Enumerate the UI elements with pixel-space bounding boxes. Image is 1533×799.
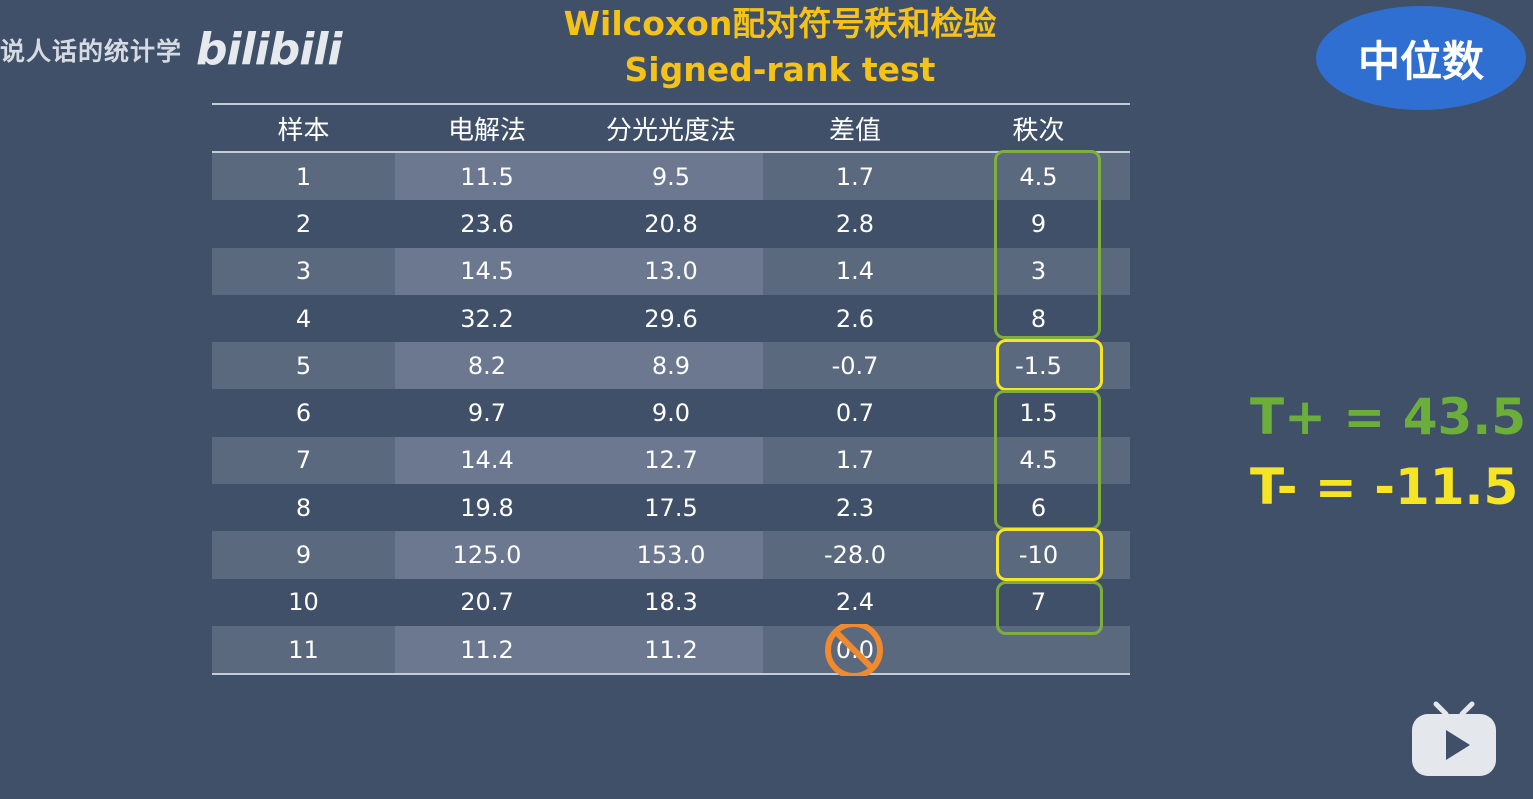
bilibili-logo: bilibili <box>196 24 342 75</box>
negative-rank-box-5 <box>996 339 1103 391</box>
median-badge: 中位数 <box>1316 6 1526 110</box>
cell-difference: 2.8 <box>835 209 875 238</box>
data-table: 样本 电解法 分光光度法 差值 秩次 1 11.5 9.5 1.7 4.5 2 23.6 20… <box>212 103 1130 676</box>
header-electrolysis: 电解法 <box>447 115 526 146</box>
cell-electrolysis: 125.0 <box>395 531 579 579</box>
cell-difference: 1.4 <box>835 257 875 286</box>
table-row: 5 8.2 8.9 -0.7 -1.5 <box>212 342 1130 390</box>
cell-difference: 1.7 <box>835 446 875 475</box>
cell-sample: 7 <box>295 446 312 475</box>
header-spectrophotometry: 分光光度法 <box>605 115 736 146</box>
cell-sample: 10 <box>288 588 319 617</box>
t-plus-total: T+ = 43.5 <box>1250 388 1527 446</box>
title-line-1: Wilcoxon配对符号秩和检验 <box>563 4 997 43</box>
cell-electrolysis: 11.2 <box>395 625 579 674</box>
cell-spectrophotometry: 13.0 <box>579 247 763 295</box>
bilibili-tv-icon[interactable] <box>1410 700 1498 778</box>
cell-electrolysis: 8.2 <box>395 342 579 390</box>
table-row: 9 125.0 153.0 -28.0 -10 <box>212 531 1130 579</box>
cell-difference: 2.3 <box>835 493 875 522</box>
cell-spectrophotometry: 12.7 <box>579 436 763 485</box>
cell-difference: 0.7 <box>835 399 875 428</box>
cell-spectrophotometry: 20.8 <box>644 209 698 238</box>
cell-sample: 6 <box>295 399 312 428</box>
table-row: 2 23.6 20.8 2.8 9 <box>212 200 1130 247</box>
table-row: 4 32.2 29.6 2.6 8 <box>212 295 1130 342</box>
negative-rank-box-9 <box>996 528 1103 581</box>
positive-rank-box-6-8 <box>994 390 1101 530</box>
header-rank: 秩次 <box>1012 115 1065 146</box>
cell-electrolysis: 32.2 <box>460 304 514 333</box>
cell-difference: -28.0 <box>823 541 887 570</box>
cell-sample: 2 <box>295 209 312 238</box>
cell-spectrophotometry: 11.2 <box>579 625 763 674</box>
no-sign-icon <box>825 624 883 676</box>
title-line-2: Signed-rank test <box>624 50 936 89</box>
slide-title: Wilcoxon配对符号秩和检验 Signed-rank test <box>545 2 1015 94</box>
cell-spectrophotometry: 18.3 <box>644 588 698 617</box>
header-sample: 样本 <box>277 115 330 146</box>
cell-sample: 4 <box>295 304 312 333</box>
cell-electrolysis: 14.4 <box>395 436 579 485</box>
table-row: 6 9.7 9.0 0.7 1.5 <box>212 389 1130 436</box>
cell-electrolysis: 20.7 <box>460 588 514 617</box>
cell-electrolysis: 9.7 <box>467 399 507 428</box>
cell-sample: 8 <box>295 493 312 522</box>
cell-sample: 1 <box>295 162 312 191</box>
cell-electrolysis: 14.5 <box>395 247 579 295</box>
table-row: 10 20.7 18.3 2.4 7 <box>212 579 1130 626</box>
table-row: 1 11.5 9.5 1.7 4.5 <box>212 153 1130 201</box>
cell-sample: 5 <box>295 351 312 380</box>
watermark-text: 说人话的统计学 <box>0 36 183 66</box>
watermark: 说人话的统计学 bilibili <box>0 24 343 75</box>
cell-electrolysis: 23.6 <box>460 209 514 238</box>
cell-difference: 2.4 <box>835 588 875 617</box>
positive-rank-box-1-4 <box>994 150 1101 339</box>
cell-sample: 11 <box>288 635 319 664</box>
cell-electrolysis: 19.8 <box>460 493 514 522</box>
table-header: 样本 电解法 分光光度法 差值 秩次 <box>212 103 1130 153</box>
header-difference: 差值 <box>828 115 881 146</box>
table-row: 8 19.8 17.5 2.3 6 <box>212 484 1130 531</box>
cell-spectrophotometry: 9.5 <box>579 153 763 201</box>
table-row: 7 14.4 12.7 1.7 4.5 <box>212 436 1130 485</box>
t-minus-total: T- = -11.5 <box>1250 458 1519 516</box>
cell-electrolysis: 11.5 <box>395 153 579 201</box>
cell-sample: 9 <box>295 541 312 570</box>
cell-difference: -0.7 <box>831 351 879 380</box>
cell-difference: 1.7 <box>835 162 875 191</box>
cell-spectrophotometry: 153.0 <box>579 531 763 579</box>
cell-sample: 3 <box>295 257 312 286</box>
cell-spectrophotometry: 29.6 <box>644 304 698 333</box>
cell-difference: 2.6 <box>835 304 875 333</box>
positive-rank-box-10 <box>996 581 1103 635</box>
cell-spectrophotometry: 9.0 <box>651 399 691 428</box>
cell-spectrophotometry: 8.9 <box>579 342 763 390</box>
cell-spectrophotometry: 17.5 <box>644 493 698 522</box>
table-row: 1111.211.20.0 <box>212 625 1130 674</box>
table-bottom-rule <box>212 673 1130 676</box>
table-row: 3 14.5 13.0 1.4 3 <box>212 247 1130 295</box>
table-body: 1 11.5 9.5 1.7 4.5 2 23.6 20.8 2.8 9 3 14.5 13.0 1.4 3… <box>212 153 1130 674</box>
